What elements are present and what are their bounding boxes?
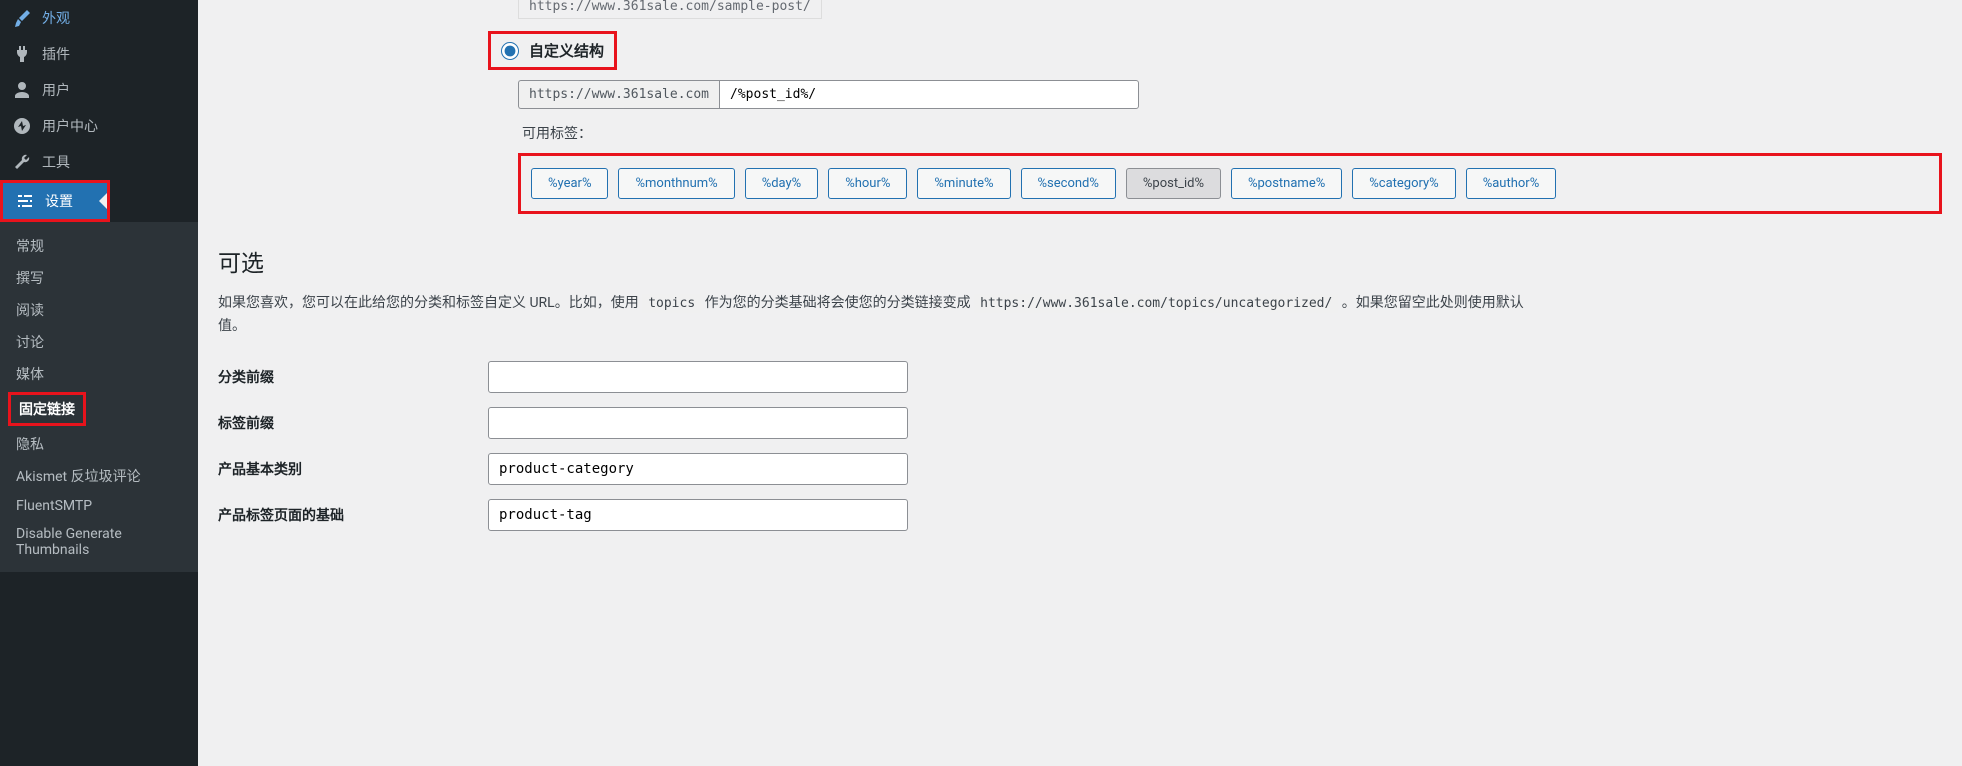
tag-prefix-input[interactable] [488,407,908,439]
category-prefix-input[interactable] [488,361,908,393]
tag-prefix-label: 标签前缀 [218,413,488,433]
submenu-media[interactable]: 媒体 [0,358,198,390]
optional-form-table: 分类前缀 标签前缀 产品基本类别 产品标签页面的基础 [218,361,1942,531]
custom-structure-input[interactable] [719,80,1139,109]
tag-button-postname[interactable]: %postname% [1231,168,1342,199]
sidebar-item-appearance[interactable]: 外观 [0,0,198,36]
product-tag-input[interactable] [488,499,908,531]
product-category-input[interactable] [488,453,908,485]
tag-button-category[interactable]: %category% [1352,168,1455,199]
brush-icon [12,8,32,28]
submenu-writing[interactable]: 撰写 [0,262,198,294]
submenu-reading[interactable]: 阅读 [0,294,198,326]
tag-button-hour[interactable]: %hour% [828,168,907,199]
radio-custom-input[interactable] [501,42,519,60]
submenu-privacy[interactable]: 隐私 [0,428,198,460]
tag-button-author[interactable]: %author% [1466,168,1557,199]
wrench-icon [12,152,32,172]
product-tag-label: 产品标签页面的基础 [218,505,488,525]
sidebar-item-plugins[interactable]: 插件 [0,36,198,72]
sliders-icon [15,191,35,211]
submenu-fluentsmtp[interactable]: FluentSMTP [0,492,198,520]
sidebar-label: 设置 [45,191,73,211]
admin-sidebar: 外观 插件 用户 用户中心 工具 设置 常规 撰写 阅读 讨论 媒体 固定链接 [0,0,198,766]
sidebar-label: 用户中心 [42,116,98,136]
sidebar-label: 工具 [42,152,70,172]
dashboard-icon [12,116,32,136]
tag-button-year[interactable]: %year% [531,168,608,199]
tag-button-second[interactable]: %second% [1021,168,1116,199]
user-icon [12,80,32,100]
submenu-disable-thumbnails[interactable]: Disable Generate Thumbnails [0,520,198,564]
sidebar-label: 插件 [42,44,70,64]
main-content: https://www.361sale.com/sample-post/ 自定义… [198,0,1962,766]
available-tags-row: %year% %monthnum% %day% %hour% %minute% %seco… [518,153,1942,214]
product-category-label: 产品基本类别 [218,459,488,479]
submenu-discussion[interactable]: 讨论 [0,326,198,358]
url-prefix: https://www.361sale.com [518,80,719,109]
settings-submenu: 常规 撰写 阅读 讨论 媒体 固定链接 隐私 Akismet 反垃圾评论 Flu… [0,222,198,572]
sidebar-label: 外观 [42,8,70,28]
tag-button-day[interactable]: %day% [745,168,819,199]
submenu-akismet[interactable]: Akismet 反垃圾评论 [0,460,198,492]
optional-heading: 可选 [218,244,1942,278]
sidebar-item-users[interactable]: 用户 [0,72,198,108]
radio-custom-structure[interactable]: 自定义结构 [488,31,617,70]
category-prefix-label: 分类前缀 [218,367,488,387]
tag-button-post_id[interactable]: %post_id% [1126,168,1221,199]
sample-url-display: https://www.361sale.com/sample-post/ [518,0,822,19]
radio-custom-label: 自定义结构 [529,40,604,61]
tag-button-minute[interactable]: %minute% [917,168,1010,199]
sidebar-label: 用户 [42,80,70,100]
submenu-permalinks[interactable]: 固定链接 [8,392,86,426]
optional-description: 如果您喜欢，您可以在此给您的分类和标签自定义 URL。比如，使用 topics … [218,292,1942,337]
submenu-general[interactable]: 常规 [0,230,198,262]
available-tags-label: 可用标签： [518,123,596,143]
sidebar-item-settings[interactable]: 设置 [0,180,110,222]
sidebar-item-usercenter[interactable]: 用户中心 [0,108,198,144]
plug-icon [12,44,32,64]
custom-url-row: https://www.361sale.com [518,80,1942,109]
sidebar-item-tools[interactable]: 工具 [0,144,198,180]
tag-button-monthnum[interactable]: %monthnum% [618,168,734,199]
